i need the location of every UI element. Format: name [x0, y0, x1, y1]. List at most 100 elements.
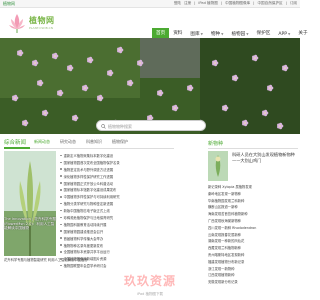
- news-item-title: 重新定义植物采集标本数字化建设: [63, 153, 114, 158]
- news-item-title: 国家植物园首次发布全国植物保护名录: [63, 160, 120, 165]
- news-item[interactable]: 中国植物多样性保护与可持续利用研究: [60, 193, 175, 200]
- news-item-title: 植物鉴定技术与野外调查方法进展: [63, 167, 114, 172]
- news-item-title: 深化植物多样性保护研究工作进展: [63, 174, 114, 179]
- new-species-item[interactable]: 西藏发现兰科植物新种: [208, 245, 298, 252]
- new-species-headline[interactable]: 科研人员在大别山发现植物新物种——大别山鸡门: [232, 152, 298, 164]
- news-tab[interactable]: 科普知识: [86, 139, 102, 145]
- news-item[interactable]: 首届植物科学传播大会举办: [60, 235, 175, 242]
- new-species-image[interactable]: [208, 151, 228, 181]
- new-species-item[interactable]: 横断山区报道一新种: [208, 204, 298, 211]
- news-item[interactable]: 国家植物园首次发布全国植物保护名录: [60, 159, 175, 166]
- new-species-section: 新物种 科研人员在大别山发现植物新物种——大别山鸡门 新记录种 Xylopia …: [208, 134, 298, 284]
- news-item[interactable]: 国家植物园建设推进会召开: [60, 228, 175, 235]
- section-divider: [4, 147, 174, 149]
- bullet-icon: [60, 209, 62, 212]
- top-link[interactable]: iPad 植物图: [198, 1, 217, 5]
- bullet-icon: [60, 175, 62, 177]
- new-species-item[interactable]: 江西发现植物新种: [208, 272, 298, 279]
- top-link[interactable]: 订阅: [290, 1, 297, 5]
- new-species-item[interactable]: 新记录种 Xylopia 属植物发现: [208, 184, 298, 191]
- news-item-title: 中国植物多样性保护与可持续利用研究: [63, 195, 120, 200]
- search-icon[interactable]: [101, 123, 106, 129]
- species-search-box[interactable]: 植物物种搜索: [96, 120, 206, 131]
- news-item[interactable]: 新版中国植物志电子版正式上线: [60, 207, 175, 214]
- news-tab[interactable]: 植物保护: [112, 139, 128, 145]
- top-link-separator: |: [194, 1, 196, 5]
- news-item[interactable]: 植物鉴定技术与野外调查方法进展: [60, 166, 175, 173]
- new-species-item[interactable]: 浙江发现一新物种: [208, 266, 298, 273]
- nav-item-label: APP: [278, 32, 288, 37]
- news-tabs: 新闻动态 研究动态 科普知识 植物保护: [34, 139, 138, 145]
- news-item[interactable]: 珍稀濒危植物保护与迁地保育研究: [60, 214, 175, 221]
- chevron-down-icon: ▼: [221, 32, 224, 36]
- new-species-item[interactable]: 云南发现报春花属新种: [208, 232, 298, 239]
- bullet-icon: [60, 161, 62, 164]
- news-item[interactable]: 深化植物多样性保护研究工作进展: [60, 173, 175, 180]
- new-species-item[interactable]: 秦岭地区发现一新物种: [208, 191, 298, 198]
- section-divider: [208, 148, 298, 149]
- news-item-title: 植物分类学研究与物种鉴定新进展: [63, 202, 114, 207]
- search-input[interactable]: 植物物种搜索: [108, 124, 132, 130]
- news-item[interactable]: 国家植物园正式开放公众科普活动: [60, 180, 175, 187]
- top-brand: 植物网: [3, 1, 15, 6]
- news-item-title: 植物园科普教育活动持续开展: [63, 222, 107, 227]
- bullet-icon: [60, 230, 62, 233]
- news-item-title: 全国植物标本资源共享平台运行: [63, 250, 110, 255]
- nav-item-label: 资料: [173, 31, 183, 36]
- new-species-item[interactable]: 广西发现秋海棠新物种: [208, 218, 298, 225]
- top-links: 登陆 注册 | iPad 植物图 | 中国植物图像库 | 中国自然保护区 | 订阅: [171, 1, 297, 6]
- hero-banner: 植物物种搜索: [0, 38, 300, 134]
- feature-image[interactable]: [4, 151, 56, 256]
- news-section: 综合新闻 新闻动态 研究动态 科普知识 植物保护 The Innovation | 花…: [0, 134, 176, 284]
- news-item[interactable]: 中国植物图像库新增图片资源: [60, 255, 175, 262]
- new-species-item[interactable]: 四川发现一新种 Rhododendron: [208, 225, 298, 232]
- top-link[interactable]: 中国自然保护区: [257, 1, 282, 5]
- bullet-icon: [60, 223, 62, 226]
- new-species-item[interactable]: 安徽发现新分布记录: [208, 279, 298, 286]
- news-item-title: 植物物种名录年度更新发布: [63, 243, 104, 248]
- news-item[interactable]: 国家植物标本馆数字化建设成果发布: [60, 186, 175, 193]
- top-link-separator: |: [285, 1, 287, 5]
- new-species-item[interactable]: 湖南发现一种新的凤仙花: [208, 238, 298, 245]
- top-link[interactable]: 注册: [184, 1, 191, 5]
- watermark-text: 玖玖资源: [123, 274, 176, 288]
- lotus-logo-icon[interactable]: [8, 11, 26, 33]
- bullet-icon: [60, 202, 62, 205]
- site-logo-subtitle: PLANT.CSDB.CN: [29, 26, 53, 30]
- site-logo-text[interactable]: 植物网: [29, 15, 55, 26]
- chevron-down-icon: ▼: [200, 32, 203, 36]
- new-species-item[interactable]: 海南发现苦苣苔科植物新种: [208, 211, 298, 218]
- watermark-subtext: iPad 植物图下载: [137, 292, 163, 296]
- bullet-icon: [60, 237, 62, 239]
- news-item[interactable]: 植物分类学研究与物种鉴定新进展: [60, 200, 175, 207]
- news-item[interactable]: 重新定义植物采集标本数字化建设: [60, 152, 175, 159]
- bullet-icon: [60, 258, 62, 260]
- top-link-separator: |: [253, 1, 255, 5]
- nav-item-label: 关于: [298, 31, 308, 36]
- nav-item-label: 图库: [190, 32, 200, 37]
- news-item[interactable]: 植物物种名录年度更新发布: [60, 242, 175, 249]
- feature-overlay-title[interactable]: The Innovation | 花卉科学专题(FlowerMsn 2.0)：利…: [4, 217, 56, 231]
- bullet-icon: [60, 216, 62, 219]
- top-link[interactable]: 中国植物图像库: [225, 1, 250, 5]
- chevron-down-icon: ▼: [246, 32, 249, 36]
- new-species-list: 新记录种 Xylopia 属植物发现 秦岭地区发现一新物种 华南植物园发现兰科新种横…: [208, 184, 298, 286]
- bullet-icon: [60, 154, 62, 157]
- news-item-title: 首届植物科学传播大会举办: [63, 236, 104, 241]
- top-link-separator: |: [220, 1, 223, 5]
- watermark: 玖玖资源 iPad 植物图下载: [112, 272, 188, 296]
- news-tab[interactable]: 研究动态: [60, 139, 76, 145]
- new-species-item[interactable]: 福建发现植物分布新记录: [208, 259, 298, 266]
- news-item[interactable]: 植物园科普教育活动持续开展: [60, 221, 175, 228]
- site-header: 植物网 PLANT.CSDB.CN 首页 资料 图库▼ 物种▼ 植物园▼ 保护区 APP▼ 关…: [0, 8, 308, 40]
- news-item-title: 新版中国植物志电子版正式上线: [63, 209, 110, 214]
- new-species-item[interactable]: 华南植物园发现兰科新种: [208, 198, 298, 205]
- bullet-icon: [60, 195, 62, 198]
- news-tab[interactable]: 新闻动态: [34, 139, 50, 145]
- nav-item-label: 植物园: [231, 32, 246, 37]
- news-item[interactable]: 植物园联盟年会暨学术研讨会: [60, 262, 175, 269]
- bullet-icon: [60, 244, 62, 246]
- news-item[interactable]: 全国植物标本资源共享平台运行: [60, 248, 175, 255]
- new-species-item[interactable]: 贵州喀斯特地区发现新种: [208, 252, 298, 259]
- top-link[interactable]: 登陆: [174, 1, 181, 5]
